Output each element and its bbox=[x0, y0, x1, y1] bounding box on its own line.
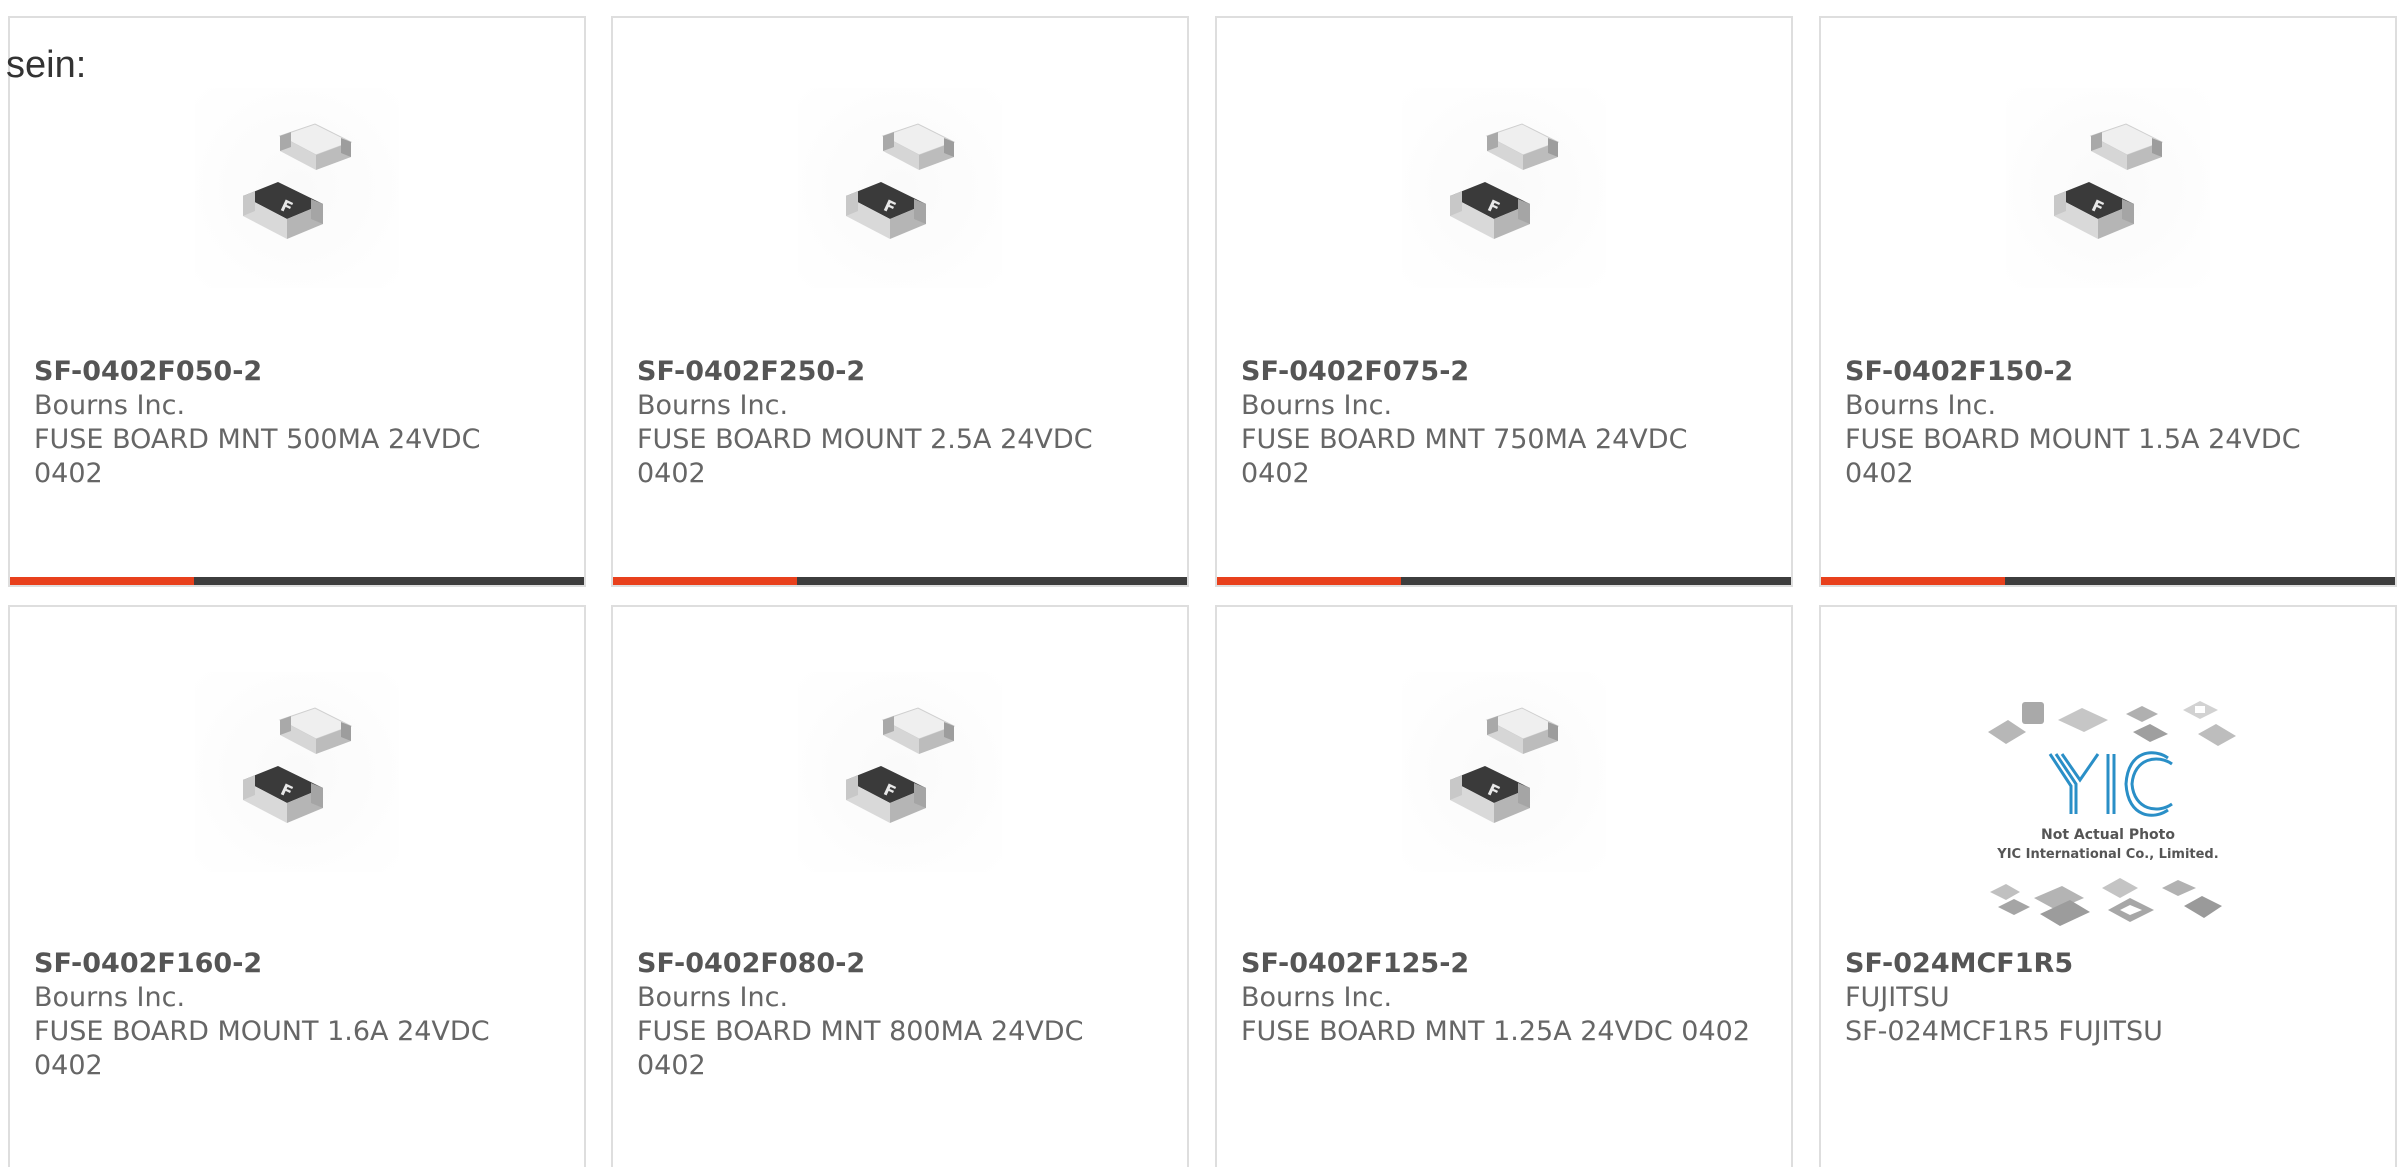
product-info: SF-0402F050-2 Bourns Inc. FUSE BOARD MNT… bbox=[34, 355, 554, 491]
part-number-link[interactable]: SF-0402F250-2 bbox=[637, 355, 1157, 389]
fuse-chip-image: F bbox=[2054, 123, 2164, 239]
product-image[interactable]: F bbox=[798, 672, 1002, 872]
description: FUSE BOARD MNT 1.25A 24VDC 0402 bbox=[1241, 1016, 1751, 1047]
product-card[interactable]: Not Actual Photo YIC International Co., … bbox=[1819, 605, 2397, 1167]
progress-fill bbox=[613, 577, 797, 585]
manufacturer: Bourns Inc. bbox=[637, 982, 789, 1013]
product-info: SF-0402F075-2 Bourns Inc. FUSE BOARD MNT… bbox=[1241, 355, 1761, 491]
product-info: SF-0402F160-2 Bourns Inc. FUSE BOARD MOU… bbox=[34, 947, 554, 1083]
card-bottom-bar bbox=[613, 577, 1187, 585]
progress-fill bbox=[1821, 577, 2005, 585]
part-number-link[interactable]: SF-0402F160-2 bbox=[34, 947, 554, 981]
product-info: SF-0402F125-2 Bourns Inc. FUSE BOARD MNT… bbox=[1241, 947, 1761, 1049]
product-card[interactable]: F SF-0402F250-2 Bourns Inc. FUSE BOARD M… bbox=[611, 16, 1189, 587]
product-image[interactable]: F bbox=[798, 88, 1002, 288]
product-info: SF-024MCF1R5 FUJITSU SF-024MCF1R5 FUJITS… bbox=[1845, 947, 2365, 1049]
manufacturer: Bourns Inc. bbox=[1241, 982, 1393, 1013]
product-image[interactable]: Not Actual Photo YIC International Co., … bbox=[1978, 692, 2238, 942]
manufacturer: Bourns Inc. bbox=[1845, 390, 1997, 421]
product-image[interactable]: F bbox=[195, 88, 399, 288]
product-grid-page: sein: F SF-0402F050-2 Bourns Inc. FUSE B… bbox=[0, 0, 2400, 1167]
part-number-link[interactable]: SF-0402F075-2 bbox=[1241, 355, 1761, 389]
description: FUSE BOARD MNT 750MA 24VDC 0402 bbox=[1241, 424, 1688, 489]
fuse-chip-image: F bbox=[243, 123, 353, 239]
card-bottom-bar bbox=[1217, 577, 1791, 585]
product-card[interactable]: F SF-0402F050-2 Bourns Inc. FUSE BOARD M… bbox=[8, 16, 586, 587]
product-info: SF-0402F250-2 Bourns Inc. FUSE BOARD MOU… bbox=[637, 355, 1157, 491]
part-number-link[interactable]: SF-024MCF1R5 bbox=[1845, 947, 2365, 981]
progress-fill bbox=[1217, 577, 1401, 585]
product-image[interactable]: F bbox=[195, 672, 399, 872]
product-card[interactable]: F SF-0402F125-2 Bourns Inc. FUSE BOARD M… bbox=[1215, 605, 1793, 1167]
manufacturer: Bourns Inc. bbox=[637, 390, 789, 421]
product-card[interactable]: F SF-0402F075-2 Bourns Inc. FUSE BOARD M… bbox=[1215, 16, 1793, 587]
description: FUSE BOARD MOUNT 1.6A 24VDC 0402 bbox=[34, 1016, 490, 1081]
manufacturer: Bourns Inc. bbox=[1241, 390, 1393, 421]
manufacturer: Bourns Inc. bbox=[34, 390, 186, 421]
fuse-chip-image: F bbox=[846, 707, 956, 823]
card-bottom-bar bbox=[10, 577, 584, 585]
manufacturer: FUJITSU bbox=[1845, 982, 1950, 1013]
yic-placeholder-image: Not Actual Photo YIC International Co., … bbox=[1988, 701, 2236, 926]
fuse-chip-image: F bbox=[243, 707, 353, 823]
intro-text: sein: bbox=[6, 44, 87, 86]
card-bottom-bar bbox=[1821, 577, 2395, 585]
part-number-link[interactable]: SF-0402F050-2 bbox=[34, 355, 554, 389]
part-number-link[interactable]: SF-0402F125-2 bbox=[1241, 947, 1761, 981]
description: FUSE BOARD MNT 500MA 24VDC 0402 bbox=[34, 424, 481, 489]
description: FUSE BOARD MOUNT 2.5A 24VDC 0402 bbox=[637, 424, 1093, 489]
fuse-chip-image: F bbox=[1450, 707, 1560, 823]
fuse-chip-image: F bbox=[1450, 123, 1560, 239]
placeholder-line2: YIC International Co., Limited. bbox=[1996, 847, 2218, 862]
product-card[interactable]: F SF-0402F160-2 Bourns Inc. FUSE BOARD M… bbox=[8, 605, 586, 1167]
product-card[interactable]: F SF-0402F150-2 Bourns Inc. FUSE BOARD M… bbox=[1819, 16, 2397, 587]
description: FUSE BOARD MOUNT 1.5A 24VDC 0402 bbox=[1845, 424, 2301, 489]
product-info: SF-0402F150-2 Bourns Inc. FUSE BOARD MOU… bbox=[1845, 355, 2365, 491]
part-number-link[interactable]: SF-0402F080-2 bbox=[637, 947, 1157, 981]
fuse-chip-image: F bbox=[846, 123, 956, 239]
product-image[interactable]: F bbox=[1402, 88, 1606, 288]
progress-fill bbox=[10, 577, 194, 585]
product-image[interactable]: F bbox=[1402, 672, 1606, 872]
manufacturer: Bourns Inc. bbox=[34, 982, 186, 1013]
product-card[interactable]: F SF-0402F080-2 Bourns Inc. FUSE BOARD M… bbox=[611, 605, 1189, 1167]
description: SF-024MCF1R5 FUJITSU bbox=[1845, 1016, 2163, 1047]
product-image[interactable]: F bbox=[2006, 88, 2210, 288]
part-number-link[interactable]: SF-0402F150-2 bbox=[1845, 355, 2365, 389]
description: FUSE BOARD MNT 800MA 24VDC 0402 bbox=[637, 1016, 1084, 1081]
placeholder-line1: Not Actual Photo bbox=[2041, 827, 2175, 843]
product-info: SF-0402F080-2 Bourns Inc. FUSE BOARD MNT… bbox=[637, 947, 1157, 1083]
